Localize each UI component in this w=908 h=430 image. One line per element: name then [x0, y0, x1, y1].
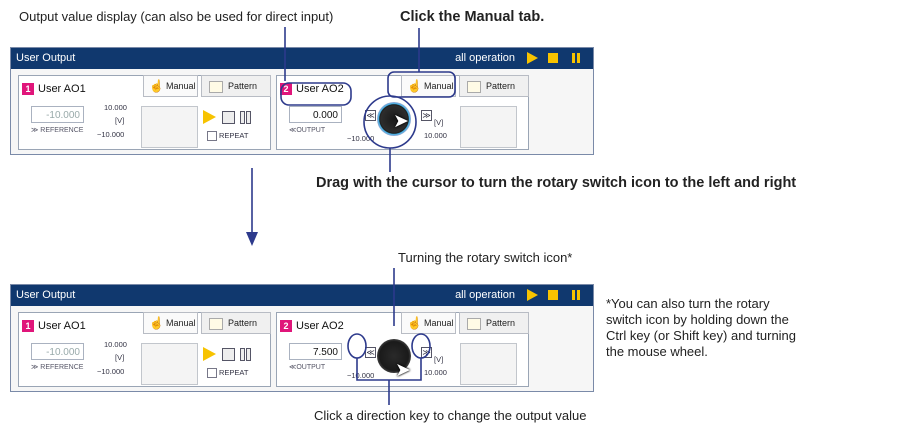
callout-overlay [246, 27, 456, 405]
direction-left-highlight [347, 333, 367, 359]
direction-right-highlight [411, 333, 431, 359]
output-field-highlight [280, 82, 352, 106]
manual-tab-highlight [387, 71, 456, 98]
flow-arrow-head [246, 232, 258, 246]
direction-bracket [356, 358, 422, 381]
rotary-highlight-circle [363, 95, 417, 149]
